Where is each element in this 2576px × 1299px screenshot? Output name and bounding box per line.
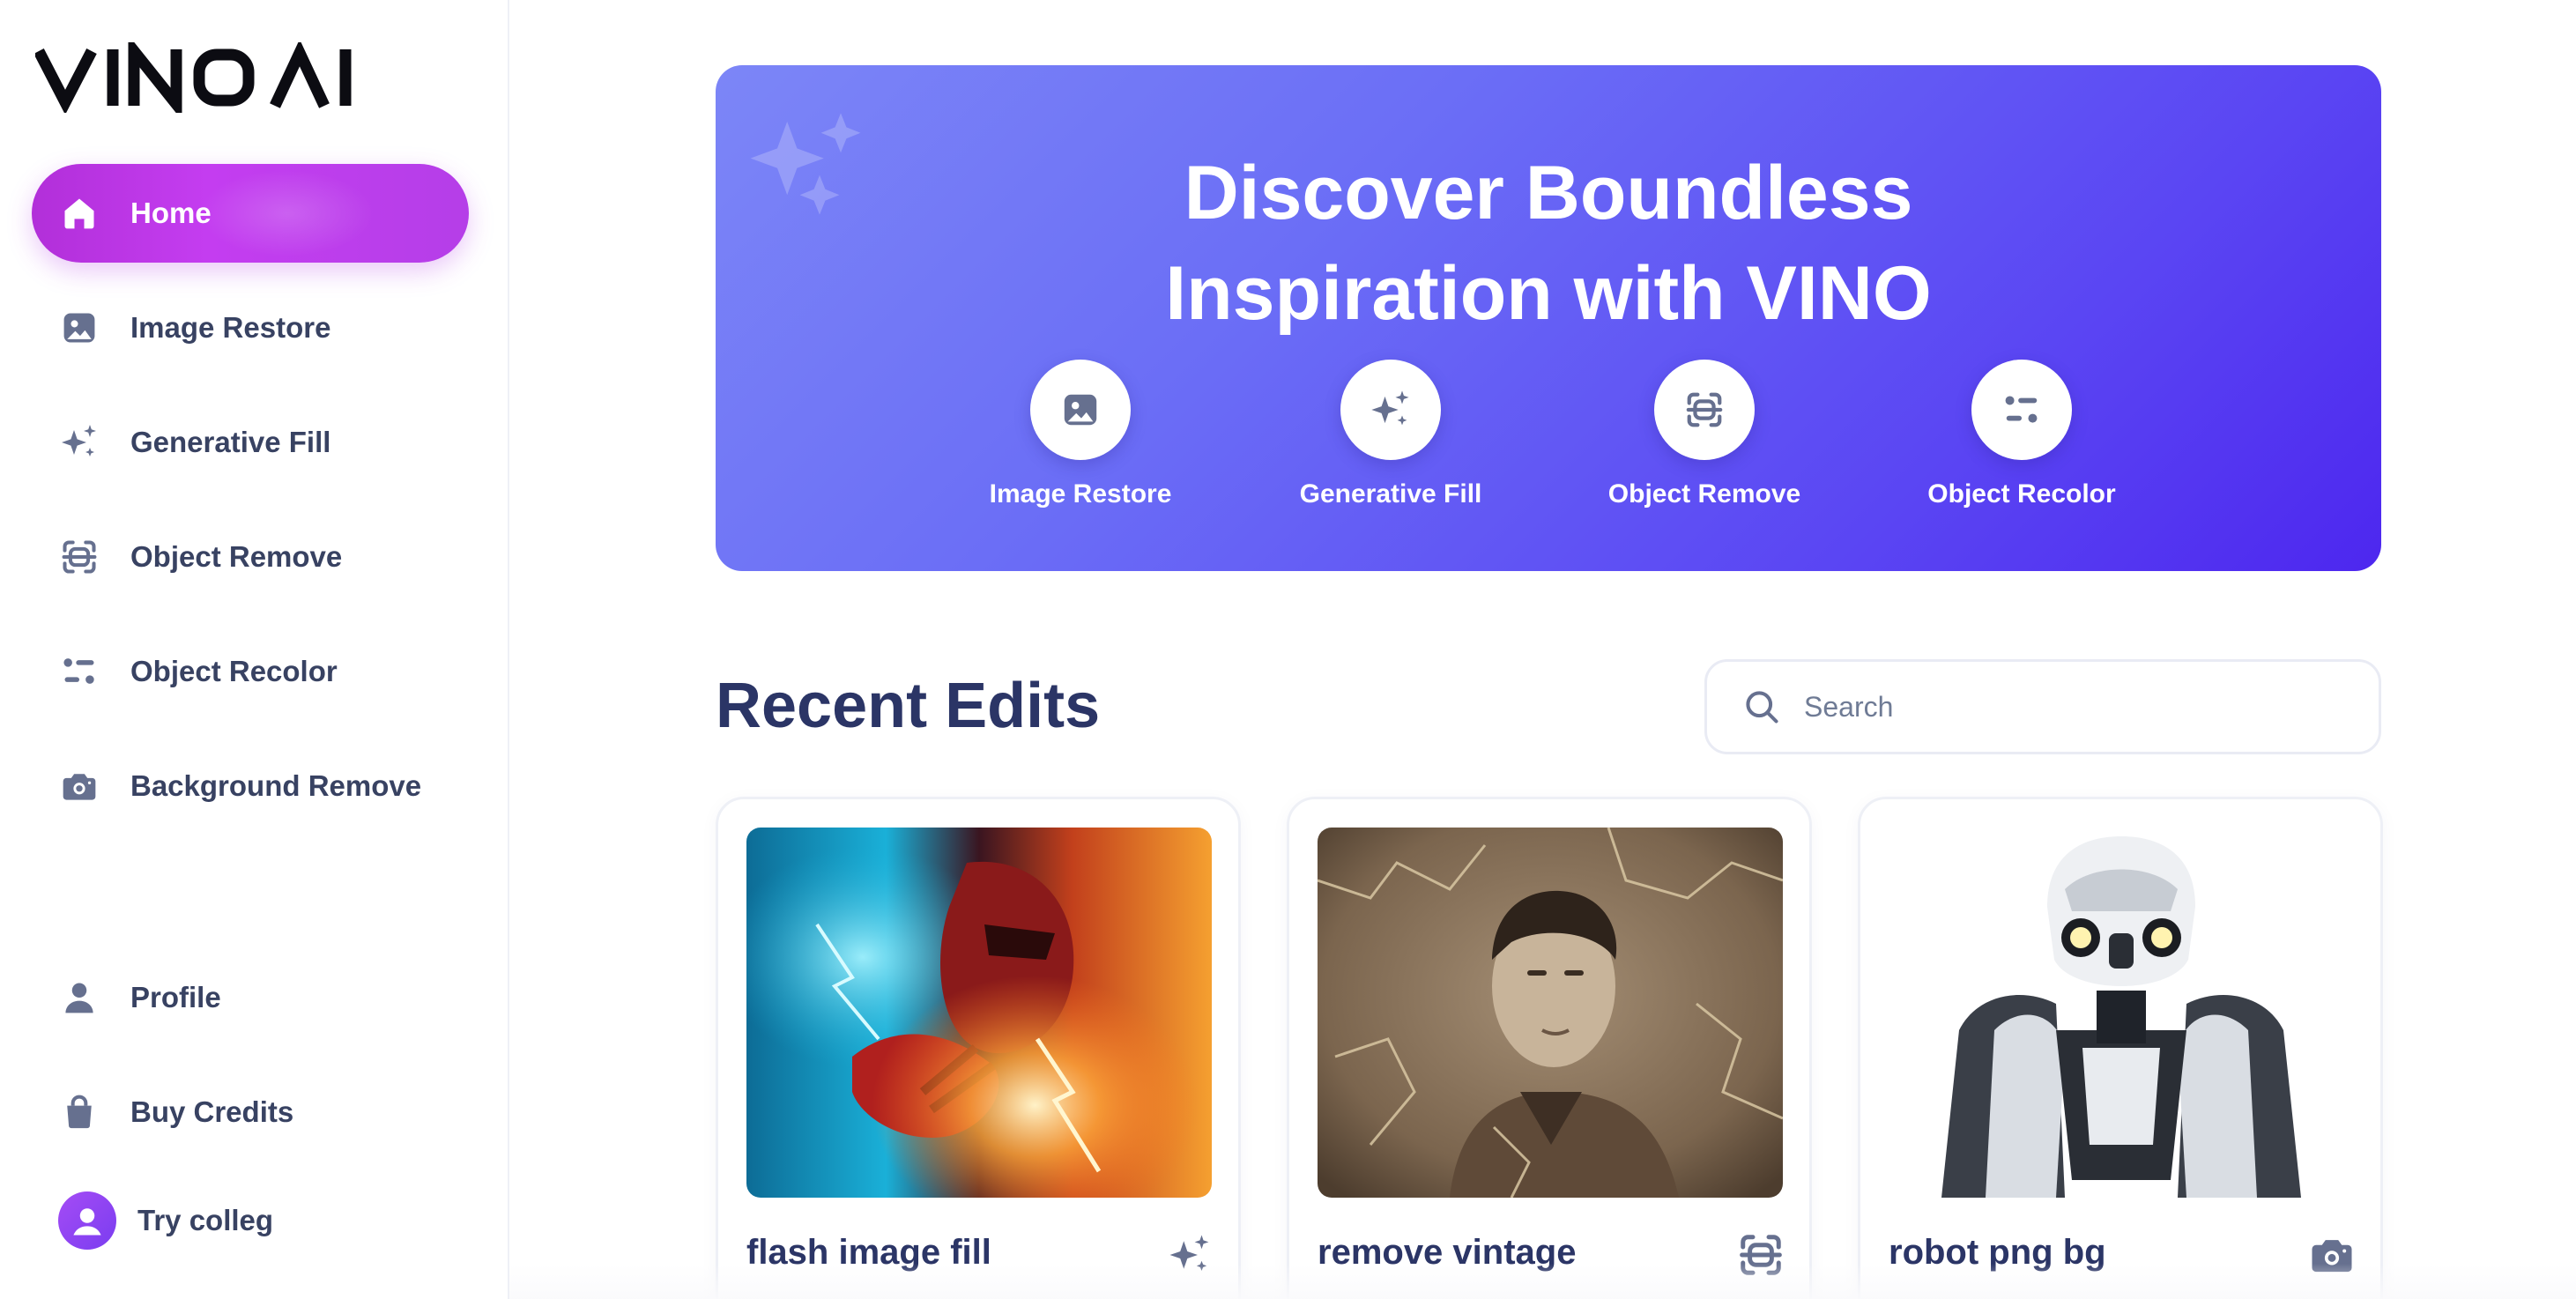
- recolor-icon: [58, 650, 100, 693]
- feature-icon-button: [1340, 360, 1441, 460]
- home-icon: [58, 192, 100, 234]
- sidebar-item-background-remove[interactable]: Background Remove: [32, 737, 469, 835]
- feature-icon-button: [1030, 360, 1131, 460]
- hero-feature-object-remove[interactable]: Object Remove: [1572, 360, 1837, 509]
- scan-icon: [58, 536, 100, 578]
- sidebar-item-generative-fill[interactable]: Generative Fill: [32, 393, 469, 492]
- recolor-icon: [2005, 396, 2038, 423]
- hero-title: Discover Boundless Inspiration with VINO: [716, 143, 2381, 344]
- recent-edit-card-1[interactable]: flash image fill: [716, 797, 1241, 1299]
- image-icon: [1064, 394, 1097, 426]
- sidebar: Home Image Restore Generative Fill Objec…: [0, 0, 509, 1299]
- sparkles-icon: [58, 421, 100, 464]
- image-icon: [58, 307, 100, 349]
- search-icon: [1746, 691, 1778, 724]
- card-thumbnail: [746, 828, 1212, 1198]
- scan-icon: [1686, 392, 1723, 427]
- hero-feature-generative-fill[interactable]: Generative Fill: [1258, 360, 1523, 509]
- sidebar-item-label: Buy Credits: [130, 1095, 294, 1128]
- card-thumbnail: [1889, 828, 2354, 1198]
- card-thumbnail: [1318, 828, 1783, 1198]
- feature-icon-button: [1654, 360, 1755, 460]
- hero-feature-object-recolor[interactable]: Object Recolor: [1889, 360, 2154, 509]
- sidebar-item-label: Generative Fill: [130, 426, 331, 458]
- sidebar-item-label: Home: [130, 197, 212, 229]
- user-icon: [58, 976, 100, 1019]
- sidebar-item-buy-credits[interactable]: Buy Credits: [32, 1063, 469, 1162]
- bottom-fade: [509, 1264, 2576, 1299]
- vino-ai-logo: [35, 42, 352, 113]
- sidebar-item-label: Object Remove: [130, 540, 343, 573]
- search-input[interactable]: [1804, 690, 2333, 724]
- hero-feature-image-restore[interactable]: Image Restore: [948, 360, 1213, 509]
- sidebar-item-home[interactable]: Home: [32, 164, 469, 263]
- feature-label: Object Recolor: [1927, 479, 2116, 508]
- bag-icon: [58, 1091, 100, 1133]
- sidebar-item-label: Image Restore: [130, 311, 331, 344]
- sidebar-user[interactable]: Try colleg: [58, 1190, 273, 1251]
- search-box[interactable]: [1704, 659, 2381, 754]
- sidebar-item-object-remove[interactable]: Object Remove: [32, 508, 469, 606]
- camera-icon: [58, 765, 100, 807]
- feature-label: Object Remove: [1607, 479, 1801, 508]
- avatar-icon: [73, 1208, 101, 1236]
- sidebar-item-label: Profile: [130, 981, 221, 1013]
- recent-edit-card-3[interactable]: robot png bg: [1858, 797, 2383, 1299]
- hero-banner: Discover Boundless Inspiration with VINO…: [716, 65, 2381, 571]
- vintage-portrait-image: [1318, 828, 1783, 1198]
- brand-logo[interactable]: [35, 42, 353, 113]
- user-name: Try colleg: [137, 1204, 274, 1236]
- sidebar-item-profile[interactable]: Profile: [32, 948, 469, 1047]
- hero-title-line1: Discover Boundless: [1184, 151, 1913, 235]
- recent-edit-card-2[interactable]: remove vintage: [1287, 797, 1812, 1299]
- flash-artwork-image: [746, 828, 1212, 1198]
- sparkles-icon: [1371, 390, 1409, 426]
- sidebar-item-label: Background Remove: [130, 769, 422, 802]
- feature-label: Generative Fill: [1299, 479, 1482, 508]
- section-title: Recent Edits: [716, 671, 1101, 741]
- feature-label: Image Restore: [989, 479, 1172, 508]
- robot-image: [1889, 828, 2354, 1198]
- feature-icon-button: [1971, 360, 2072, 460]
- sidebar-item-label: Object Recolor: [130, 655, 338, 687]
- sidebar-item-object-recolor[interactable]: Object Recolor: [32, 622, 469, 721]
- sidebar-item-image-restore[interactable]: Image Restore: [32, 278, 469, 377]
- avatar: [58, 1191, 116, 1250]
- hero-title-line2: Inspiration with VINO: [1165, 251, 1932, 336]
